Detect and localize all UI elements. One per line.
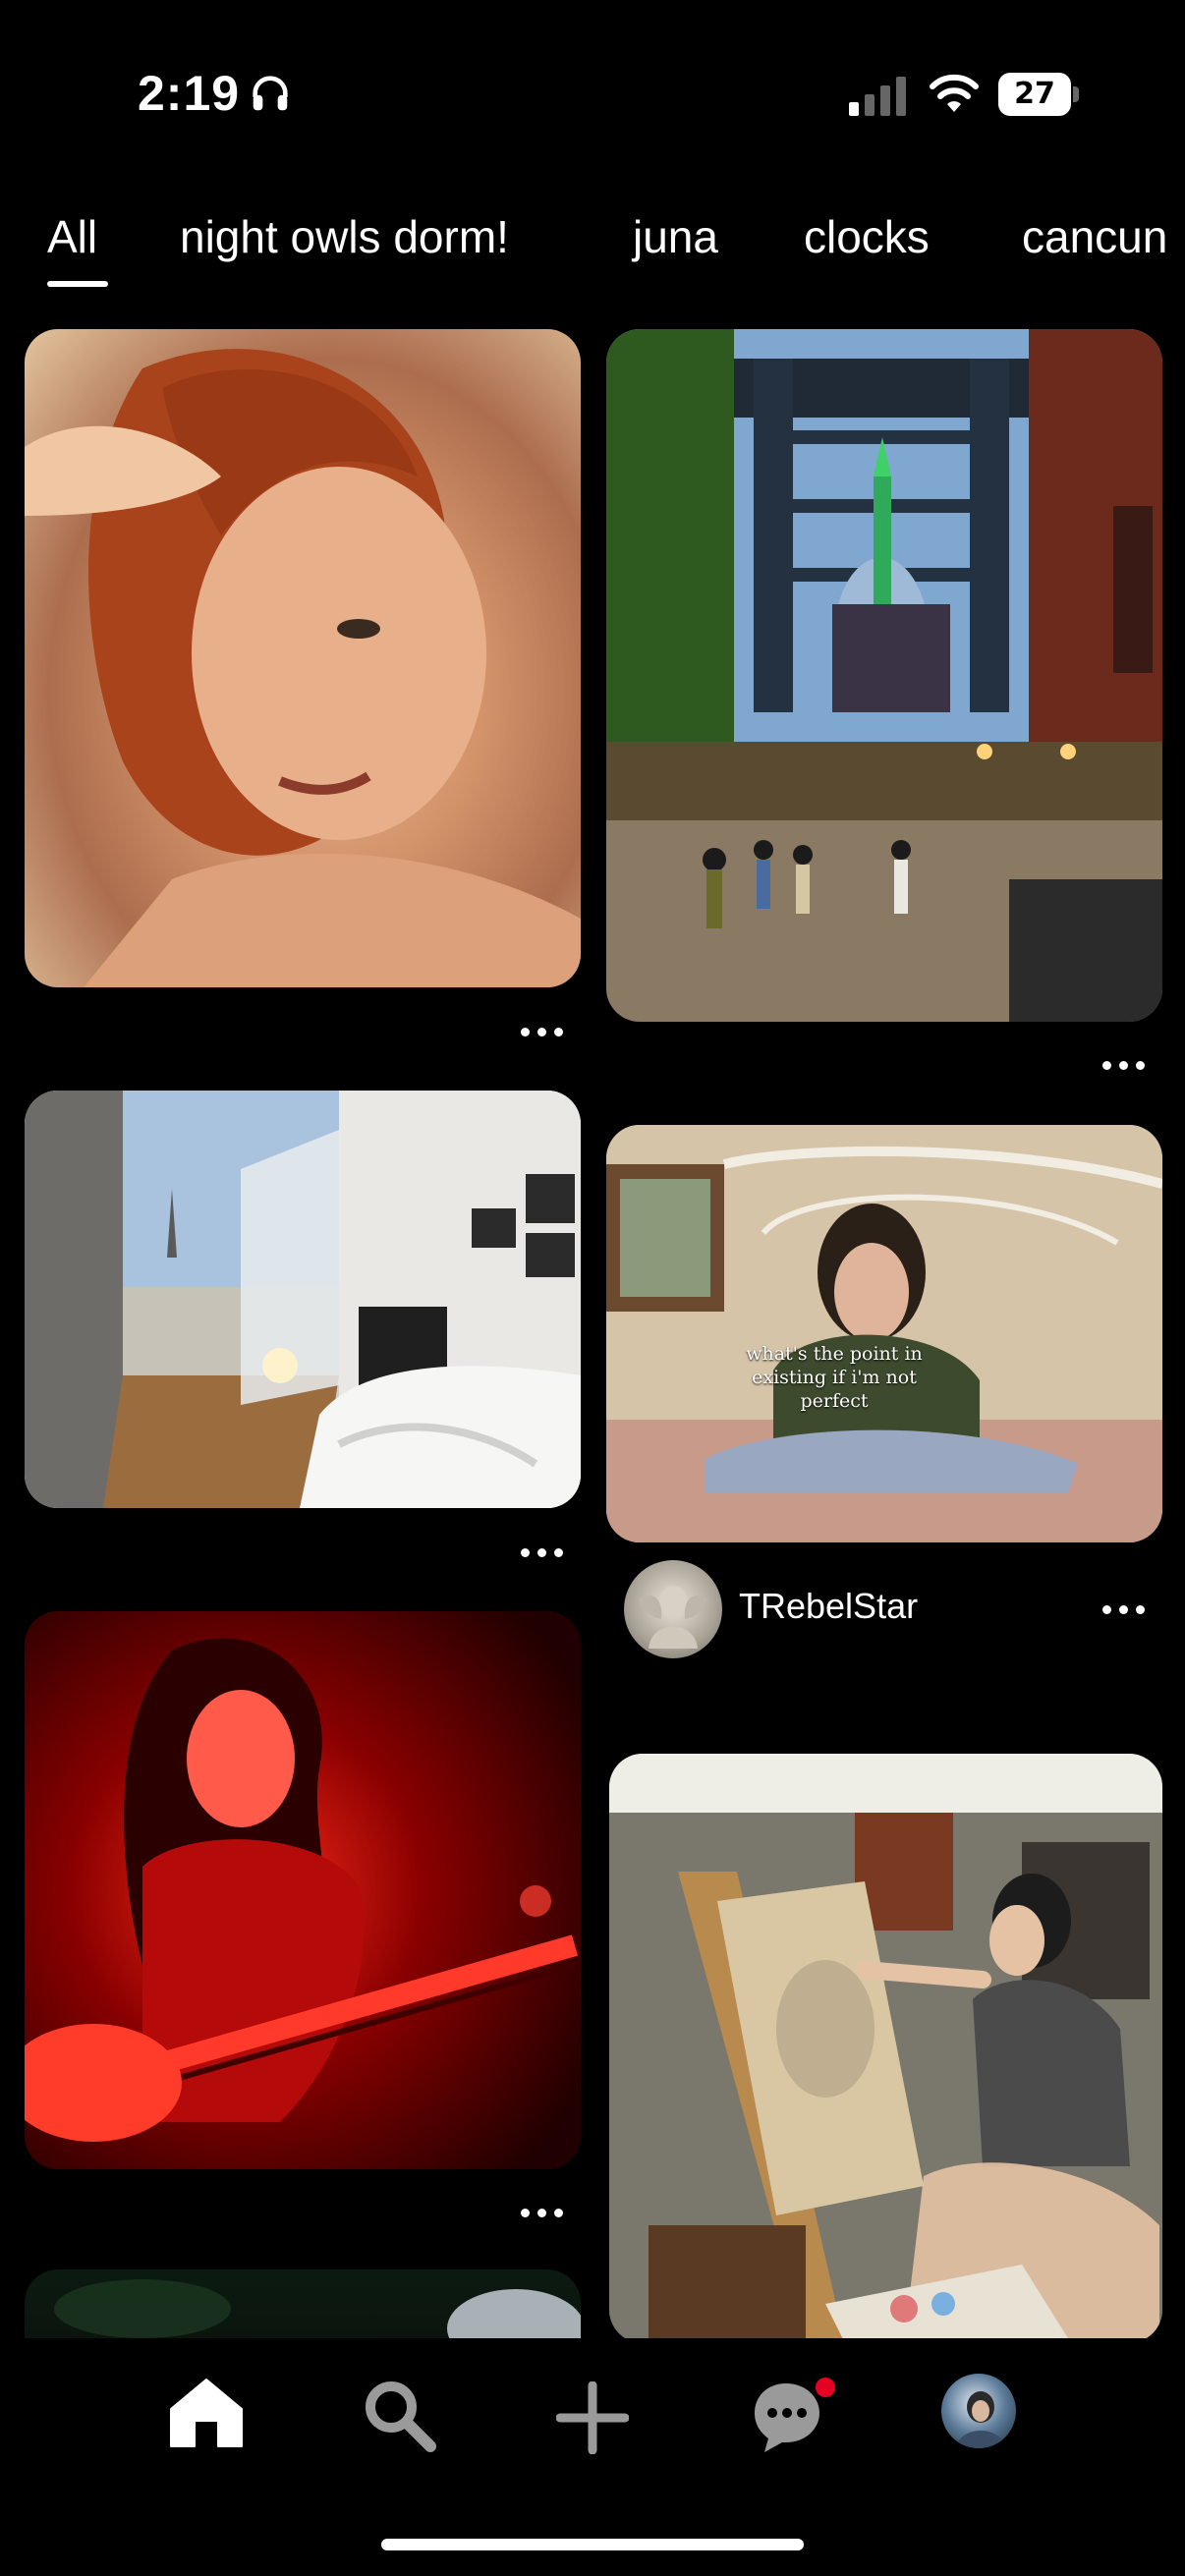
battery-level: 27: [1014, 77, 1055, 111]
pin-more-button[interactable]: [519, 2203, 568, 2222]
pin-image-red-guitarist[interactable]: [25, 1611, 581, 2169]
pin-more-button[interactable]: [519, 1022, 568, 1041]
tab-night-owls-dorm[interactable]: night owls dorm!: [180, 210, 509, 263]
search-icon[interactable]: [362, 2378, 436, 2452]
board-tabs: All night owls dorm! juna clocks cancun: [0, 196, 1185, 295]
pin-overlay-quote: what's the point in existing if i'm not …: [746, 1343, 923, 1412]
tab-cancun[interactable]: cancun: [1022, 210, 1167, 263]
pin-image-dumbo[interactable]: [606, 329, 1162, 1022]
battery-icon: 27: [998, 73, 1079, 116]
notification-dot: [816, 2378, 835, 2397]
active-tab-indicator: [47, 281, 108, 287]
tab-all[interactable]: All: [47, 210, 97, 263]
author-avatar[interactable]: [624, 1560, 722, 1658]
pin-image-portrait[interactable]: [25, 329, 581, 987]
cellular-signal-icon: [849, 77, 906, 116]
tab-clocks[interactable]: clocks: [804, 210, 930, 263]
profile-avatar[interactable]: [941, 2374, 1016, 2448]
create-plus-icon[interactable]: [556, 2381, 629, 2454]
pin-image-painter[interactable]: [609, 1754, 1162, 2343]
pin-image-bedroom[interactable]: [25, 1091, 581, 1508]
headphones-icon: [253, 76, 288, 111]
tab-juna[interactable]: juna: [633, 210, 718, 263]
wifi-icon: [930, 74, 979, 112]
home-icon[interactable]: [169, 2378, 244, 2448]
status-time: 2:19: [138, 66, 241, 121]
pin-more-button[interactable]: [1100, 1055, 1150, 1075]
messages-icon[interactable]: [751, 2376, 839, 2454]
pin-image-girl-on-bed[interactable]: what's the point in existing if i'm not …: [606, 1125, 1162, 1542]
pin-more-button[interactable]: [519, 1542, 568, 1562]
status-bar: 2:19 27: [0, 0, 1185, 187]
author-name[interactable]: TRebelStar: [739, 1586, 918, 1627]
home-indicator[interactable]: [381, 2539, 804, 2550]
pin-more-button[interactable]: [1100, 1599, 1150, 1619]
